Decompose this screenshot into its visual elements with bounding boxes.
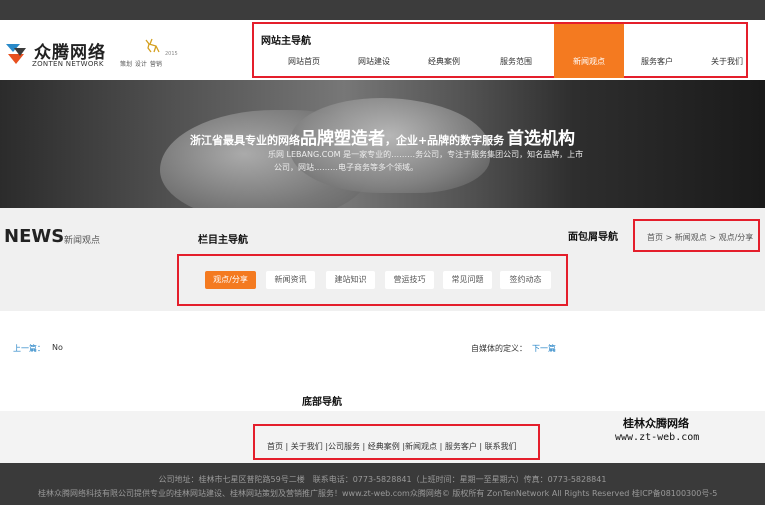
banner-headline-a: 浙江省最具专业的网络 bbox=[189, 134, 300, 147]
site-footer: 公司地址：桂林市七星区普陀路59号二楼 联系电话：0773-5828841（上班… bbox=[0, 463, 765, 505]
nav-item-services[interactable]: 服务范围 bbox=[500, 56, 532, 67]
slogan: 2015 策划 设计 营销 bbox=[120, 38, 190, 72]
next-article-title: 自媒体的定义： bbox=[471, 344, 527, 353]
banner-subtext: 乐网 LEBANG.COM 是一家专业的………务公司，专注于服务集团公司，知名品… bbox=[268, 150, 584, 159]
top-bar bbox=[0, 0, 765, 20]
deer-icon bbox=[145, 38, 160, 53]
main-nav-annotation: 网站主导航 bbox=[261, 36, 311, 47]
tab-opinion[interactable]: 观点/分享 bbox=[205, 271, 256, 289]
footer-nav: 首页 | 关于我们 |公司服务 | 经典案例 |新闻观点 | 服务客户 | 联系… bbox=[253, 424, 540, 460]
nav-item-news[interactable]: 新闻观点 bbox=[554, 24, 624, 78]
nav-item-clients[interactable]: 服务客户 bbox=[641, 56, 673, 67]
section-subtitle: 新闻观点 bbox=[64, 236, 101, 246]
slogan-text: 策划 设计 营销 bbox=[120, 61, 162, 68]
prev-article-label[interactable]: 上一篇： bbox=[13, 343, 45, 354]
logo-text-en: ZONTEN NETWORK bbox=[32, 60, 104, 68]
logo-mark-icon bbox=[6, 44, 26, 64]
breadcrumb-text[interactable]: 首页 > 新闻观点 > 观点/分享 bbox=[647, 232, 753, 243]
main-nav: 网站主导航 新闻观点 网站首页 网站建设 经典案例 服务范围 服务客户 关于我们 bbox=[252, 22, 748, 78]
banner-headline-d: 首选机构 bbox=[507, 129, 576, 149]
next-article-link[interactable]: 下一篇 bbox=[532, 343, 556, 354]
hero-banner: 浙江省最具专业的网络品牌塑造者，企业+品牌的数字服务 首选机构 乐网 LEBAN… bbox=[0, 80, 765, 208]
nav-item-about[interactable]: 关于我们 bbox=[711, 56, 743, 67]
nav-item-label: 新闻观点 bbox=[573, 57, 605, 66]
breadcrumb-annotation: 面包屑导航 bbox=[568, 232, 618, 243]
footer-links[interactable]: 首页 | 关于我们 |公司服务 | 经典案例 |新闻观点 | 服务客户 | 联系… bbox=[267, 441, 517, 452]
banner-headline-b: 品牌塑造者 bbox=[299, 129, 385, 149]
footer-nav-annotation: 底部导航 bbox=[302, 397, 342, 408]
nav-item-home[interactable]: 网站首页 bbox=[288, 56, 320, 67]
tab-news[interactable]: 新闻资讯 bbox=[266, 271, 315, 289]
article-pager: 上一篇： No 自媒体的定义： 下一篇 bbox=[0, 311, 765, 411]
tab-signing[interactable]: 签约动态 bbox=[500, 271, 551, 289]
footer-address: 公司地址：桂林市七星区普陀路59号二楼 联系电话：0773-5828841（上班… bbox=[158, 475, 607, 484]
column-nav-annotation: 栏目主导航 bbox=[198, 235, 248, 246]
tab-operation-tips[interactable]: 营运技巧 bbox=[385, 271, 434, 289]
column-tabs: 观点/分享 新闻资讯 建站知识 营运技巧 常见问题 签约动态 bbox=[177, 254, 568, 306]
tab-faq[interactable]: 常见问题 bbox=[443, 271, 492, 289]
nav-item-website-build[interactable]: 网站建设 bbox=[358, 56, 390, 67]
section-title: NEWS bbox=[4, 226, 65, 247]
tab-build-knowledge[interactable]: 建站知识 bbox=[326, 271, 375, 289]
prev-article-value: No bbox=[52, 343, 63, 352]
banner-subtext: 公司，网站………电子商务等多个领域。 bbox=[274, 163, 418, 172]
breadcrumb: 首页 > 新闻观点 > 观点/分享 bbox=[633, 219, 760, 252]
banner-headline-c: ，企业+品牌的数字服务 bbox=[384, 134, 505, 147]
nav-item-cases[interactable]: 经典案例 bbox=[428, 56, 460, 67]
brand-name: 桂林众腾网络 bbox=[623, 417, 689, 430]
logo[interactable]: 众腾网络 ZONTEN NETWORK bbox=[4, 38, 119, 72]
slogan-year: 2015 bbox=[165, 51, 178, 57]
footer-copyright: 桂林众腾网络科技有限公司提供专业的桂林网站建设、桂林网站策划及营销推广服务！ww… bbox=[38, 489, 718, 498]
brand-url: www.zt-web.com bbox=[615, 432, 700, 443]
banner-headline: 浙江省最具专业的网络品牌塑造者，企业+品牌的数字服务 首选机构 bbox=[0, 124, 765, 149]
